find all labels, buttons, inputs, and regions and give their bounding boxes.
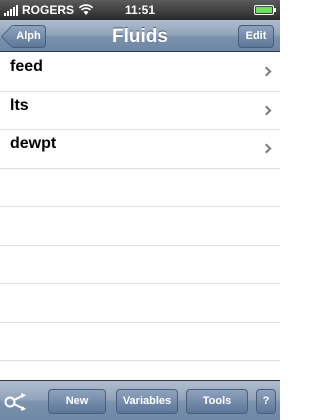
list-item-label: feed bbox=[10, 58, 43, 75]
empty-row bbox=[0, 207, 280, 246]
chevron-right-icon bbox=[261, 66, 272, 77]
battery-fill bbox=[256, 7, 272, 13]
empty-row bbox=[0, 284, 280, 323]
navigation-bar: Alph Fluids Edit bbox=[0, 20, 280, 52]
chevron-right-icon bbox=[261, 105, 272, 115]
status-bar: ROGERS 11:51 bbox=[0, 0, 280, 20]
variables-button[interactable]: Variables bbox=[116, 389, 178, 414]
fluids-list: feed lts dewpt bbox=[0, 53, 280, 379]
edit-button[interactable]: Edit bbox=[238, 25, 274, 48]
empty-row bbox=[0, 169, 280, 207]
share-arrows-icon[interactable] bbox=[4, 391, 30, 413]
status-time: 11:51 bbox=[124, 3, 156, 17]
list-item[interactable]: dewpt bbox=[0, 130, 280, 169]
empty-row bbox=[0, 323, 280, 361]
battery-icon bbox=[254, 5, 276, 15]
list-item[interactable]: feed bbox=[0, 53, 280, 92]
help-button[interactable]: ? bbox=[256, 389, 276, 414]
list-item-label: dewpt bbox=[10, 135, 57, 152]
empty-row bbox=[0, 246, 280, 284]
chevron-right-icon bbox=[261, 143, 272, 154]
tools-button[interactable]: Tools bbox=[186, 389, 248, 414]
new-button[interactable]: New bbox=[48, 389, 106, 414]
list-item[interactable]: lts bbox=[0, 92, 280, 130]
list-item-label: lts bbox=[10, 96, 29, 114]
bottom-toolbar: New Variables Tools ? bbox=[0, 380, 280, 420]
